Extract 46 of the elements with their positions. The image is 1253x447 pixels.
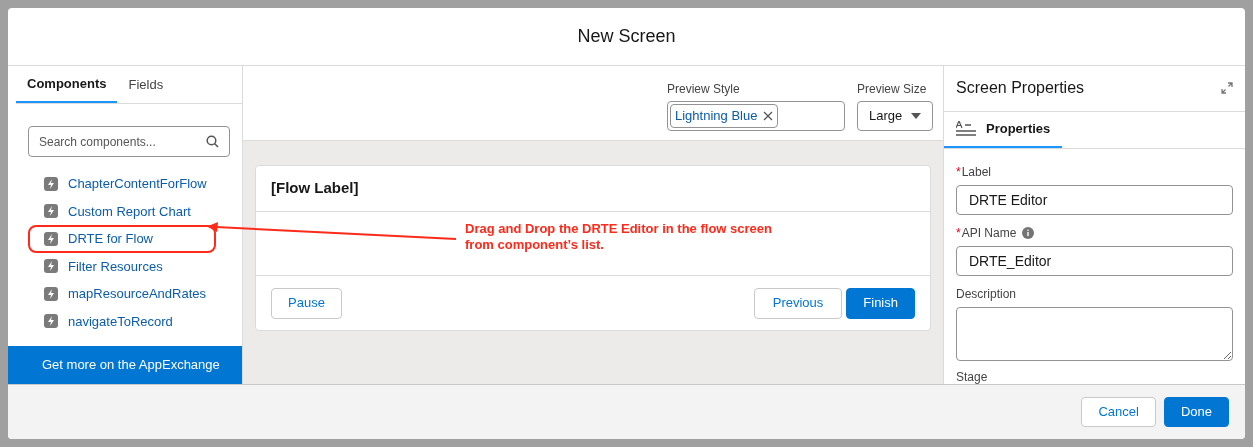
required-asterisk: * [956, 225, 961, 242]
expand-icon[interactable] [1221, 82, 1233, 95]
search-icon [206, 135, 219, 148]
component-item[interactable]: navigateToRecord [28, 307, 216, 335]
text-lines-icon [956, 120, 978, 137]
appexchange-button[interactable]: Get more on the AppExchange [8, 346, 242, 384]
action-button[interactable]: Done [1163, 397, 1229, 427]
info-icon [1022, 227, 1035, 239]
annotation-text: Drag and Drop the DRTE Editor in the flow screen from component’s list. [465, 221, 772, 253]
field-label: API Name [961, 225, 1017, 242]
action-button[interactable]: Pause [271, 287, 342, 319]
properties-tab[interactable]: Properties [944, 111, 1063, 148]
caret-icon [911, 113, 921, 119]
panel-tab[interactable]: Fields [117, 66, 175, 103]
field-label: Stage [956, 370, 989, 384]
flow-label: [Flow Label] [271, 178, 359, 199]
field-label: Preview Size [857, 81, 928, 98]
lightning-bolt-icon [44, 286, 58, 301]
panel-title: Screen Properties [956, 78, 1085, 99]
lightning-bolt-icon [44, 176, 58, 191]
text-field[interactable]: DRTE_Editor [956, 246, 1233, 276]
component-item[interactable]: mapResourceAndRates [28, 280, 216, 308]
lightning-bolt-icon [44, 204, 58, 219]
action-button[interactable]: Previous [753, 287, 843, 319]
close-icon[interactable] [763, 111, 774, 121]
action-button[interactable]: Cancel [1081, 397, 1156, 427]
style-pill[interactable]: Lightning Blue [670, 104, 779, 128]
preview-style-field[interactable]: Lightning Blue [667, 101, 845, 131]
panel-tab[interactable]: Components [16, 66, 118, 103]
lightning-bolt-icon [44, 231, 58, 246]
component-item[interactable]: Filter Resources [28, 252, 216, 280]
preview-size-select[interactable]: Large [857, 101, 933, 131]
lightning-bolt-icon [44, 259, 58, 274]
component-item[interactable]: ChapterContentForFlow [28, 170, 216, 198]
text-field[interactable]: DRTE Editor [956, 185, 1233, 215]
field-label: Preview Style [667, 81, 741, 98]
required-asterisk: * [956, 164, 961, 181]
lightning-bolt-icon [44, 314, 58, 329]
description-field[interactable] [956, 307, 1233, 361]
action-button[interactable]: Finish [846, 287, 915, 319]
component-item[interactable]: Custom Report Chart [28, 197, 216, 225]
component-item[interactable]: DRTE for Flow [28, 225, 216, 253]
field-label: Label [961, 164, 992, 181]
modal-title: New Screen [577, 25, 676, 48]
search-field[interactable]: Search components... [28, 126, 230, 157]
field-label: Description [956, 286, 1017, 303]
